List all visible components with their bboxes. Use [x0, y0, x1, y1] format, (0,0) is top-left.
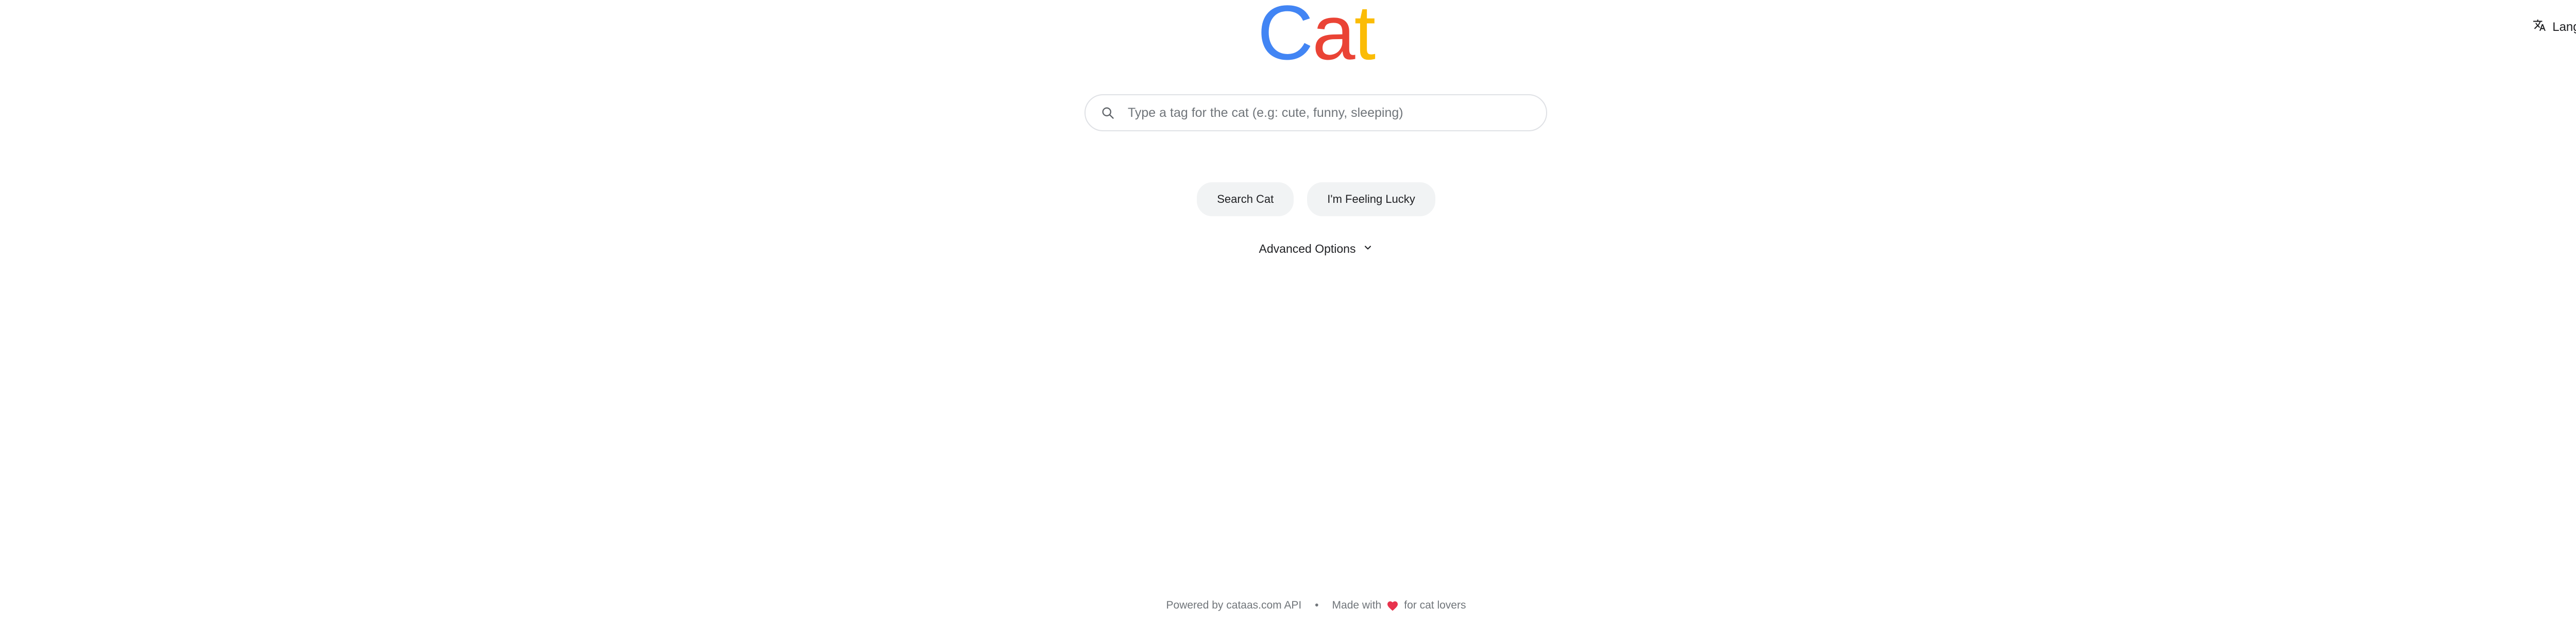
advanced-options-toggle[interactable]: Advanced Options [1259, 242, 1374, 256]
footer-separator: • [1315, 599, 1319, 611]
search-cat-button[interactable]: Search Cat [1197, 182, 1294, 216]
for-cat-lovers-text: for cat lovers [1404, 599, 1466, 611]
search-bar [1084, 94, 1547, 131]
search-icon [1100, 105, 1115, 120]
advanced-options-label: Advanced Options [1259, 242, 1356, 255]
footer: Powered by cataas.com API • Made with fo… [0, 599, 2576, 612]
heart-icon [1386, 600, 1399, 611]
powered-by-text: Powered by cataas.com API [1166, 599, 1302, 611]
feeling-lucky-button[interactable]: I'm Feeling Lucky [1307, 182, 1435, 216]
made-with-text: Made with [1332, 599, 1382, 611]
chevron-down-icon [1363, 242, 1373, 256]
advanced-options-row: Advanced Options [0, 242, 2576, 256]
logo-letter-c: C [1257, 0, 1313, 76]
page: Language Cat Search Cat I'm Feeling Luck… [0, 0, 2576, 624]
cat-logo: Cat [0, 0, 2576, 71]
logo-letter-t: t [1354, 0, 1376, 76]
logo-letter-a: a [1312, 0, 1355, 76]
search-input[interactable] [1127, 105, 1532, 121]
button-row: Search Cat I'm Feeling Lucky [0, 182, 2576, 216]
